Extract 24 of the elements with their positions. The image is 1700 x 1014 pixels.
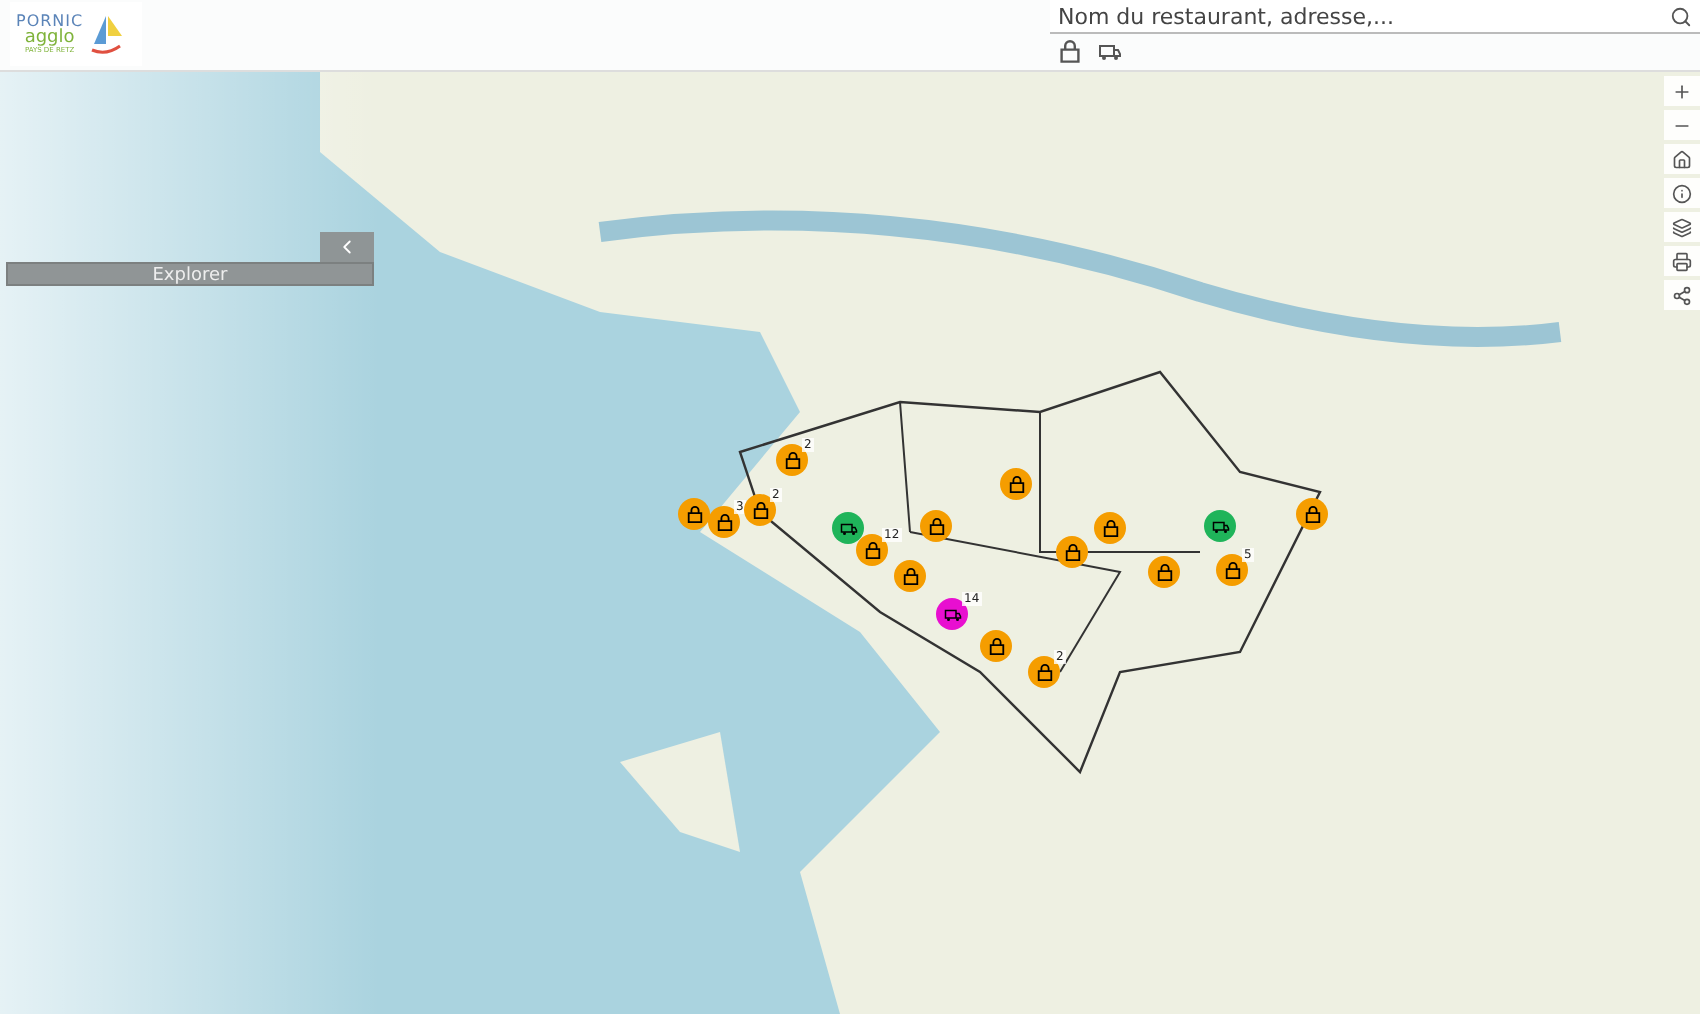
home-icon — [1672, 149, 1692, 169]
logo-name: PORNIC — [16, 13, 84, 30]
truck-icon — [1098, 40, 1122, 64]
truck-icon — [839, 519, 857, 537]
plus-icon — [1672, 81, 1692, 101]
info-button[interactable] — [1664, 178, 1700, 208]
map-marker[interactable] — [678, 498, 710, 530]
layers-button[interactable] — [1664, 212, 1700, 242]
share-button[interactable] — [1664, 280, 1700, 310]
share-icon — [1672, 285, 1692, 305]
logo-subtitle: agglo — [24, 29, 75, 48]
printer-icon — [1672, 251, 1692, 271]
explorer-panel-title[interactable]: Explorer — [6, 262, 374, 286]
info-icon — [1672, 183, 1692, 203]
zoom-in-button[interactable] — [1664, 76, 1700, 106]
sail-icon — [87, 12, 124, 56]
truck-icon — [1211, 517, 1229, 535]
truck-icon — [943, 605, 961, 623]
home-button[interactable] — [1664, 144, 1700, 174]
zoom-out-button[interactable] — [1664, 110, 1700, 140]
search-field[interactable]: Nom du restaurant, adresse,... — [1050, 0, 1700, 34]
layers-icon — [1672, 217, 1692, 237]
search-icon[interactable] — [1670, 5, 1692, 27]
print-button[interactable] — [1664, 246, 1700, 276]
